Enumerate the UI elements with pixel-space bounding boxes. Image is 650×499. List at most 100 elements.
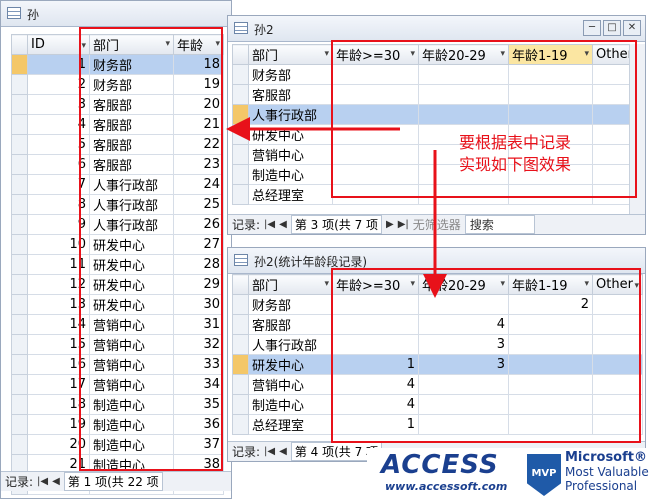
table-cell[interactable]: 制造中心 (248, 394, 333, 415)
column-header[interactable]: 部门 ▾ (89, 34, 174, 55)
table-row[interactable]: 3 客服部 20 (11, 94, 224, 115)
table-row[interactable]: 总经理室 1 (232, 414, 643, 435)
chevron-down-icon[interactable]: ▾ (81, 41, 86, 51)
table-cell[interactable]: 制造中心 (89, 434, 174, 455)
table-cell[interactable]: 人事行政部 (248, 334, 333, 355)
table-cell[interactable]: 研发中心 (248, 124, 333, 145)
table-cell[interactable]: 7 (27, 174, 90, 195)
first-record-icon[interactable]: |◀ (264, 219, 275, 230)
table-cell[interactable] (508, 414, 593, 435)
table-row[interactable]: 5 客服部 22 (11, 134, 224, 155)
row-selector[interactable] (232, 394, 249, 415)
table-cell[interactable] (332, 64, 419, 85)
table-cell[interactable]: 2 (27, 74, 90, 95)
table-cell[interactable] (508, 314, 593, 335)
column-header[interactable]: 年龄 ▾ (173, 34, 224, 55)
table-cell[interactable]: 9 (27, 214, 90, 235)
table-cell[interactable]: 研发中心 (89, 234, 174, 255)
table-cell[interactable]: 5 (27, 134, 90, 155)
maximize-icon[interactable]: □ (603, 20, 621, 36)
table-cell[interactable]: 28 (173, 254, 224, 275)
table-cell[interactable]: 客服部 (89, 94, 174, 115)
row-selector[interactable] (232, 64, 249, 85)
column-header[interactable]: 年龄>=30 ▾ (332, 274, 419, 295)
row-selector[interactable] (11, 234, 28, 255)
table-cell[interactable]: 财务部 (248, 294, 333, 315)
table-cell[interactable]: 23 (173, 154, 224, 175)
search-input[interactable]: 搜索 (464, 215, 535, 234)
table-row[interactable]: 18 制造中心 35 (11, 394, 224, 415)
table-cell[interactable] (592, 374, 643, 395)
table-row[interactable]: 10 研发中心 27 (11, 234, 224, 255)
chevron-down-icon[interactable]: ▾ (410, 279, 415, 289)
table-row[interactable]: 9 人事行政部 26 (11, 214, 224, 235)
table-row[interactable]: 研发中心 1 3 (232, 354, 643, 375)
table-cell[interactable] (332, 184, 419, 205)
table-cell[interactable]: 2 (508, 294, 593, 315)
column-header[interactable]: 部门 ▾ (248, 44, 333, 65)
column-header[interactable]: Other▾ (592, 274, 643, 295)
table-cell[interactable]: 35 (173, 394, 224, 415)
table-cell[interactable]: 11 (27, 254, 90, 275)
row-selector-header[interactable] (11, 34, 28, 55)
row-selector[interactable] (232, 184, 249, 205)
table-cell[interactable]: 18 (173, 54, 224, 75)
row-selector[interactable] (11, 334, 28, 355)
column-header[interactable]: 年龄1-19 ▾ (508, 274, 593, 295)
table-cell[interactable]: 19 (27, 414, 90, 435)
table-row[interactable]: 16 营销中心 33 (11, 354, 224, 375)
table-row[interactable]: 客服部 4 (232, 314, 643, 335)
table-row[interactable]: 8 人事行政部 25 (11, 194, 224, 215)
table-cell[interactable] (332, 294, 419, 315)
table-cell[interactable]: 1 (332, 414, 419, 435)
table-cell[interactable] (508, 104, 593, 125)
table-cell[interactable]: 3 (418, 334, 509, 355)
table-cell[interactable]: 21 (173, 114, 224, 135)
row-selector[interactable] (232, 314, 249, 335)
table-row[interactable]: 制造中心 4 (232, 394, 643, 415)
table-cell[interactable] (592, 334, 643, 355)
prev-record-icon[interactable]: ◀ (279, 446, 287, 457)
row-selector[interactable] (11, 154, 28, 175)
table-cell[interactable]: 财务部 (89, 74, 174, 95)
chevron-down-icon[interactable]: ▾ (584, 279, 589, 289)
table-row[interactable]: 17 营销中心 34 (11, 374, 224, 395)
table-cell[interactable]: 制造中心 (89, 414, 174, 435)
column-header[interactable]: 年龄>=30 ▾ (332, 44, 419, 65)
chevron-down-icon[interactable]: ▾ (410, 49, 415, 59)
row-selector[interactable] (11, 54, 28, 75)
table-cell[interactable]: 14 (27, 314, 90, 335)
table-cell[interactable]: 1 (27, 54, 90, 75)
table-cell[interactable]: 13 (27, 294, 90, 315)
record-position-field[interactable]: 第 1 项(共 22 项 (63, 472, 163, 491)
table-cell[interactable]: 人事行政部 (89, 194, 174, 215)
chevron-down-icon[interactable]: ▾ (584, 49, 589, 59)
table-cell[interactable]: 29 (173, 274, 224, 295)
table-cell[interactable]: 客服部 (89, 134, 174, 155)
table-cell[interactable] (418, 394, 509, 415)
table-cell[interactable]: 27 (173, 234, 224, 255)
table-row[interactable]: 财务部 (232, 64, 643, 85)
row-selector[interactable] (232, 334, 249, 355)
table-cell[interactable] (418, 104, 509, 125)
main-window-titlebar[interactable]: 孙 (1, 1, 231, 27)
row-selector-header[interactable] (232, 274, 249, 295)
row-selector[interactable] (232, 124, 249, 145)
table-cell[interactable] (592, 414, 643, 435)
table-row[interactable]: 19 制造中心 36 (11, 414, 224, 435)
chevron-down-icon[interactable]: ▾ (165, 39, 170, 49)
table-row[interactable]: 4 客服部 21 (11, 114, 224, 135)
table-row[interactable]: 人事行政部 (232, 104, 643, 125)
table-cell[interactable]: 10 (27, 234, 90, 255)
table-cell[interactable]: 32 (173, 334, 224, 355)
table-cell[interactable] (332, 334, 419, 355)
table-cell[interactable] (332, 314, 419, 335)
row-selector[interactable] (11, 354, 28, 375)
table-row[interactable]: 2 财务部 19 (11, 74, 224, 95)
table-cell[interactable]: 人事行政部 (248, 104, 333, 125)
table-cell[interactable]: 营销中心 (89, 334, 174, 355)
table-cell[interactable]: 营销中心 (89, 314, 174, 335)
row-selector[interactable] (11, 314, 28, 335)
prev-record-icon[interactable]: ◀ (279, 219, 287, 230)
table-cell[interactable]: 37 (173, 434, 224, 455)
